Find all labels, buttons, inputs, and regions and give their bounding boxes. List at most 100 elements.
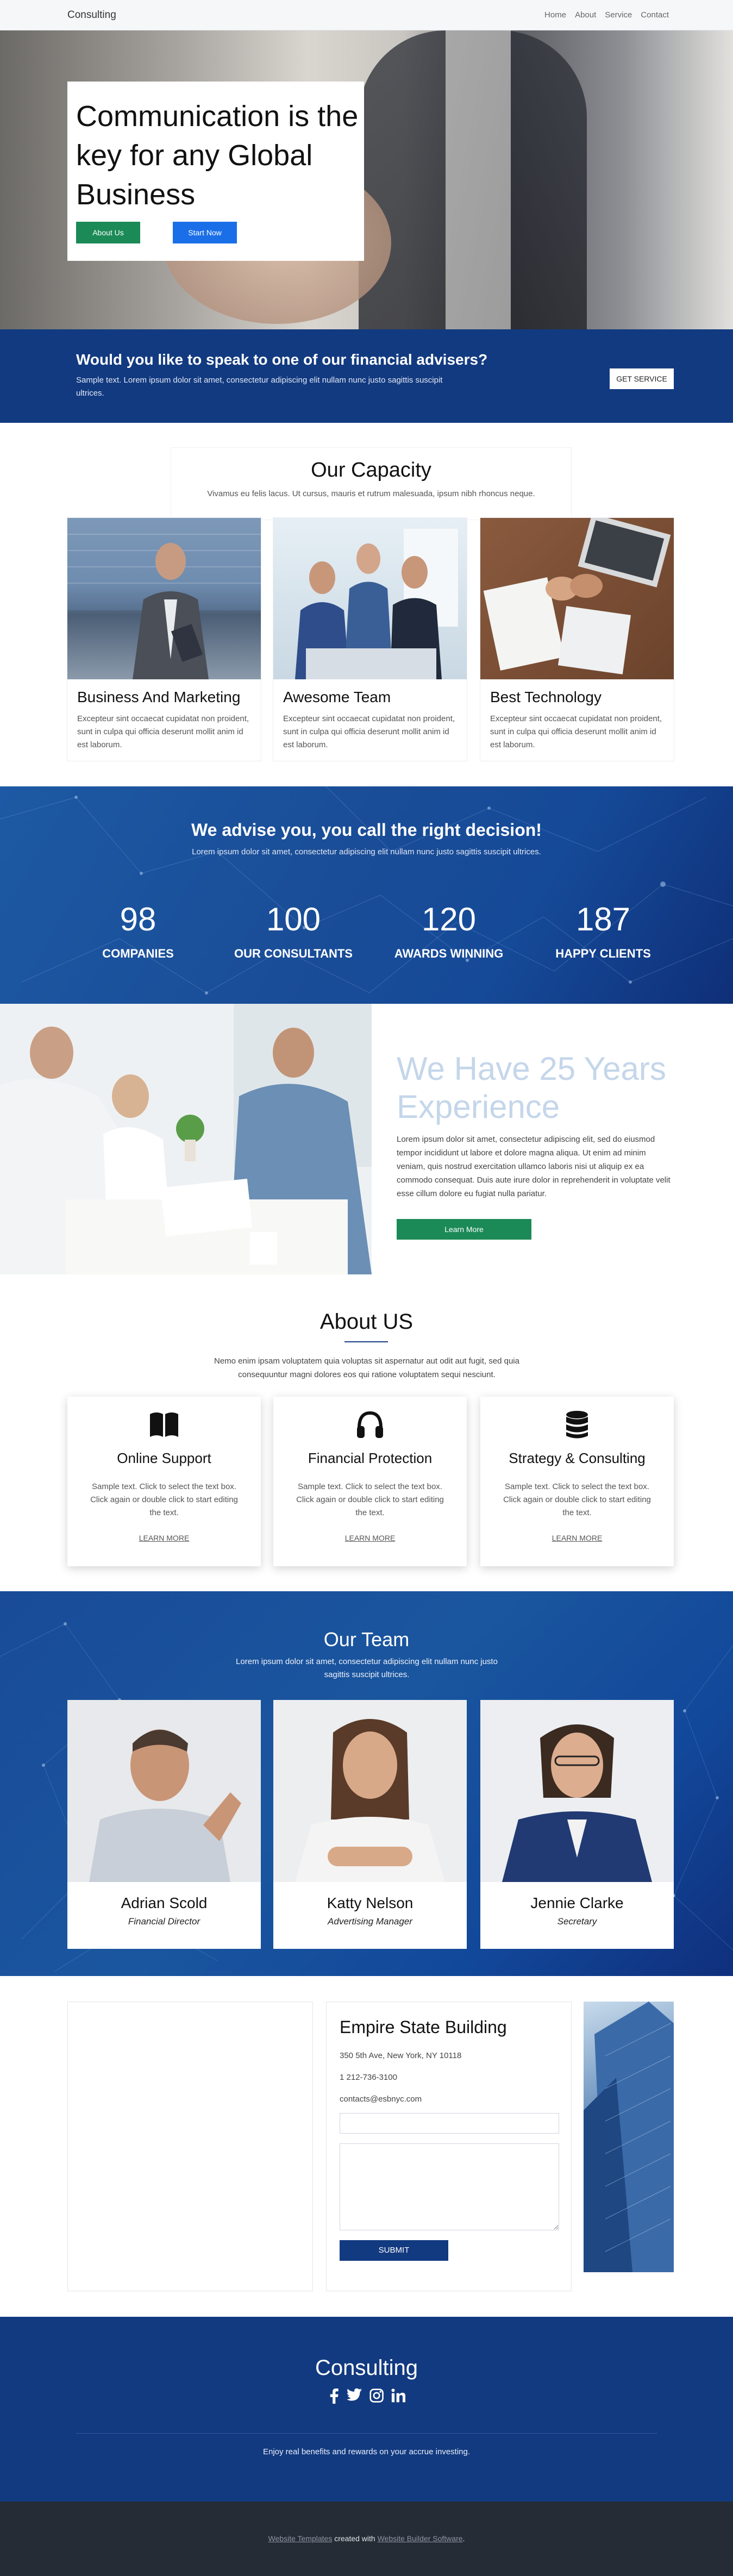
advisers-title: Would you like to speak to one of our fi… [76, 351, 488, 368]
linkedin-icon[interactable] [391, 2387, 405, 2404]
about-card-online-support: Online Support Sample text. Click to sel… [67, 1397, 261, 1566]
stat-label: AWARDS WINNING [394, 947, 504, 960]
map-panel[interactable] [67, 2002, 313, 2291]
team-member-card: Katty Nelson Advertising Manager [273, 1700, 467, 1949]
facebook-icon[interactable] [329, 2387, 339, 2405]
stats-title: We advise you, you call the right decisi… [191, 820, 542, 840]
credits-mid: created with [332, 2534, 378, 2543]
email-field[interactable] [340, 2113, 559, 2134]
headphones-icon [357, 1411, 383, 1438]
about-title: About US [319, 1310, 414, 1334]
capacity-card-business: Business And Marketing Excepteur sint oc… [67, 518, 261, 761]
capacity-card-team: Awesome Team Excepteur sint occaecat cup… [273, 518, 467, 761]
nav-contact[interactable]: Contact [641, 10, 669, 20]
contact-address: 350 5th Ave, New York, NY 10118 [340, 2051, 462, 2060]
stat-number: 98 [120, 901, 156, 937]
nav-about[interactable]: About [575, 10, 596, 20]
experience-title: We Have 25 Years Experience [397, 1051, 666, 1125]
avatar [273, 1700, 467, 1882]
team-member-name: Adrian Scold [121, 1895, 208, 1911]
team-member-role: Secretary [557, 1916, 597, 1927]
portrait-art [502, 1724, 652, 1882]
about-card-title: Financial Protection [308, 1450, 433, 1466]
database-icon [566, 1411, 588, 1439]
avatar [67, 1700, 261, 1882]
business-photo [67, 518, 261, 679]
main-nav: Home About Service Contact [544, 10, 669, 20]
about-card-financial-protection: Financial Protection Sample text. Click … [273, 1397, 467, 1566]
capacity-card-text: Excepteur sint occaecat cupidatat non pr… [490, 714, 662, 749]
about-card-text: Sample text. Click to select the text bo… [90, 1482, 238, 1517]
about-card-title: Strategy & Consulting [509, 1450, 646, 1466]
site-footer: Consulting Enjoy real benefits and rewar… [0, 2317, 733, 2502]
start-now-button[interactable]: Start Now [173, 222, 237, 243]
stat-number: 120 [421, 901, 477, 937]
learn-more-link[interactable]: LEARN MORE [273, 1534, 467, 1542]
team-member-card: Adrian Scold Financial Director [67, 1700, 261, 1949]
hero-card: Communication is the key for any Global … [67, 82, 364, 261]
stat-companies: 98 COMPANIES [73, 901, 203, 961]
learn-more-link[interactable]: LEARN MORE [480, 1534, 674, 1542]
footer-tagline: Enjoy real benefits and rewards on your … [262, 2447, 471, 2456]
learn-more-link[interactable]: LEARN MORE [67, 1534, 261, 1542]
contact-email: contacts@esbnyc.com [340, 2094, 422, 2104]
team-member-card: Jennie Clarke Secretary [480, 1700, 674, 1949]
building-photo [584, 2002, 674, 2272]
book-icon [150, 1412, 178, 1437]
contact-title: Empire State Building [340, 2017, 507, 2037]
capacity-title: Our Capacity [311, 459, 431, 482]
technology-photo-art [483, 514, 671, 674]
about-us-button[interactable]: About Us [76, 222, 140, 243]
about-card-title: Online Support [117, 1450, 211, 1466]
building-photo-art [584, 2002, 674, 2272]
site-logo[interactable]: Consulting [67, 9, 116, 21]
social-links [329, 2387, 405, 2405]
portrait-art [295, 1719, 445, 1882]
nav-service[interactable]: Service [605, 10, 632, 20]
portrait-art [89, 1729, 241, 1882]
contact-phone: 1 212-736-3100 [340, 2073, 397, 2082]
website-templates-link[interactable]: Website Templates [268, 2534, 333, 2543]
team-member-role: Financial Director [128, 1916, 201, 1927]
stats-section: We advise you, you call the right decisi… [0, 786, 733, 1004]
team-photo-art [295, 529, 458, 679]
about-card-strategy-consulting: Strategy & Consulting Sample text. Click… [480, 1397, 674, 1566]
capacity-subtitle: Vivamus eu felis lacus. Ut cursus, mauri… [207, 489, 535, 498]
stats-subtitle: Lorem ipsum dolor sit amet, consectetur … [192, 847, 541, 856]
capacity-header: Our Capacity Vivamus eu felis lacus. Ut … [171, 448, 571, 520]
avatar [480, 1700, 674, 1882]
about-card-text: Sample text. Click to select the text bo… [503, 1482, 651, 1517]
team-title: Our Team [323, 1628, 410, 1650]
about-card-text: Sample text. Click to select the text bo… [296, 1482, 444, 1517]
credits-end: . [462, 2534, 465, 2543]
contact-panel: Empire State Building 350 5th Ave, New Y… [326, 2002, 572, 2291]
get-service-button[interactable]: GET SERVICE [610, 368, 674, 389]
stat-awards: 120 AWARDS WINNING [384, 901, 514, 961]
twitter-icon[interactable] [346, 2387, 362, 2403]
advisers-text: Sample text. Lorem ipsum dolor sit amet,… [76, 376, 443, 398]
about-divider [344, 1341, 388, 1342]
bottom-bar: Website Templates created with Website B… [0, 2502, 733, 2576]
experience-text: Lorem ipsum dolor sit amet, consectetur … [397, 1135, 671, 1198]
team-section: Our Team Lorem ipsum dolor sit amet, con… [0, 1591, 733, 1976]
message-field[interactable] [340, 2143, 559, 2230]
learn-more-button[interactable]: Learn More [397, 1219, 531, 1240]
capacity-card-title: Awesome Team [283, 689, 391, 705]
stat-clients: 187 HAPPY CLIENTS [538, 901, 668, 961]
about-intro: Nemo enim ipsam voluptatem quia voluptas… [214, 1356, 519, 1379]
team-member-name: Jennie Clarke [530, 1895, 624, 1911]
stat-consultants: 100 OUR CONSULTANTS [228, 901, 359, 961]
stat-number: 100 [266, 901, 321, 937]
website-builder-link[interactable]: Website Builder Software [378, 2534, 463, 2543]
network-pattern [0, 786, 733, 995]
team-subtitle: Lorem ipsum dolor sit amet, consectetur … [236, 1657, 498, 1679]
experience-photo-art [0, 1004, 372, 1274]
stat-label: OUR CONSULTANTS [234, 947, 353, 960]
nav-home[interactable]: Home [544, 10, 566, 20]
instagram-icon[interactable] [369, 2387, 384, 2404]
submit-button[interactable]: SUBMIT [340, 2240, 448, 2261]
site-header: Consulting Home About Service Contact [0, 0, 733, 30]
team-member-role: Advertising Manager [328, 1916, 412, 1927]
stat-label: COMPANIES [102, 947, 174, 960]
footer-divider [76, 2433, 657, 2434]
